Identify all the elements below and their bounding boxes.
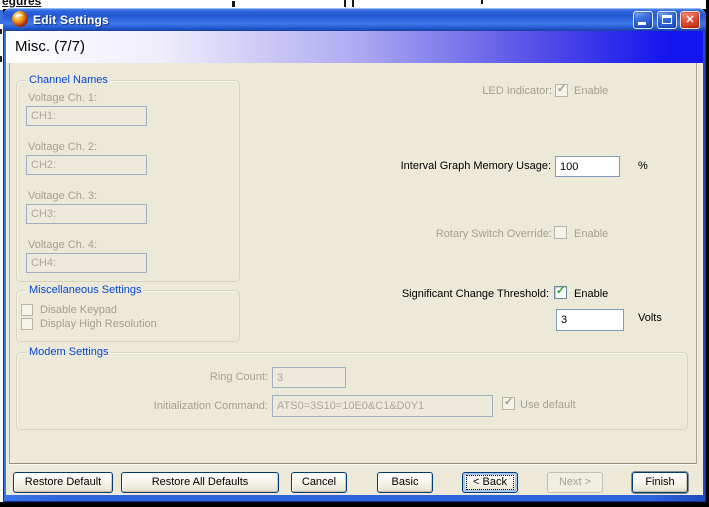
- led-indicator-label: LED Indicator:: [482, 85, 552, 97]
- background-artifact: [344, 0, 346, 7]
- voltage-ch4-input: [26, 253, 147, 273]
- significant-change-threshold-label: Significant Change Threshold:: [401, 288, 549, 300]
- wizard-page-header: Misc. (7/7): [6, 31, 703, 63]
- page-title: Misc. (7/7): [15, 38, 86, 55]
- back-button[interactable]: < Back: [462, 472, 518, 493]
- led-indicator-checkbox: ✓: [555, 83, 568, 97]
- rotary-switch-override-enable-label: Enable: [574, 228, 609, 240]
- screen-edge: [0, 502, 709, 507]
- maximize-button[interactable]: [657, 11, 677, 29]
- use-default-checkbox: ✓: [502, 396, 515, 410]
- voltage-ch2-label: Voltage Ch. 2:: [28, 141, 98, 153]
- voltage-ch4-label: Voltage Ch. 4:: [28, 239, 98, 251]
- significant-change-threshold-enable-label: Enable: [574, 288, 609, 300]
- window-title: Edit Settings: [33, 13, 109, 27]
- restore-default-button[interactable]: Restore Default: [13, 472, 113, 493]
- led-indicator-enable-label: Enable: [574, 85, 609, 97]
- channel-names-group-title: Channel Names: [26, 74, 111, 86]
- cancel-button[interactable]: Cancel: [291, 472, 347, 493]
- initialization-command-input: [272, 395, 493, 417]
- ring-count-label: Ring Count:: [209, 371, 268, 383]
- percent-unit-label: %: [638, 160, 648, 172]
- screen: egures Edit Settings ✕ Misc. (7/7) Chann…: [0, 0, 709, 507]
- volts-unit-label: Volts: [638, 312, 662, 324]
- check-icon: ✓: [504, 396, 514, 408]
- restore-all-defaults-button[interactable]: Restore All Defaults: [121, 472, 279, 493]
- minimize-icon: [638, 22, 646, 25]
- background-artifact: [481, 0, 483, 4]
- significant-change-threshold-checkbox[interactable]: ✓: [554, 285, 567, 299]
- voltage-ch1-label: Voltage Ch. 1:: [28, 92, 98, 104]
- modem-settings-group: [16, 352, 688, 430]
- rotary-switch-override-label: Rotary Switch Override:: [435, 228, 552, 240]
- background-artifact: [0, 29, 2, 34]
- disable-keypad-checkbox: [21, 304, 33, 316]
- ring-count-input: [272, 367, 346, 388]
- titlebar[interactable]: Edit Settings ✕: [3, 8, 706, 31]
- voltage-ch1-input: [26, 106, 147, 126]
- disable-keypad-label: Disable Keypad: [40, 304, 118, 316]
- rotary-switch-override-checkbox: [554, 226, 567, 239]
- threshold-volts-input[interactable]: [556, 309, 624, 331]
- voltage-ch3-label: Voltage Ch. 3:: [28, 190, 98, 202]
- app-icon: [12, 11, 28, 27]
- interval-graph-memory-usage-input[interactable]: [555, 156, 620, 177]
- background-artifact: [232, 1, 235, 7]
- close-button[interactable]: ✕: [680, 11, 700, 29]
- interval-graph-memory-usage-label: Interval Graph Memory Usage:: [400, 160, 551, 172]
- display-high-resolution-label: Display High Resolution: [40, 318, 157, 330]
- voltage-ch3-input: [26, 204, 147, 224]
- minimize-button[interactable]: [633, 11, 653, 29]
- misc-settings-group-title: Miscellaneous Settings: [26, 284, 145, 296]
- background-artifact: [0, 56, 2, 62]
- check-icon: ✓: [556, 285, 566, 297]
- check-icon: ✓: [557, 83, 567, 95]
- display-high-resolution-checkbox: [21, 318, 33, 330]
- next-button: Next >: [547, 472, 603, 493]
- maximize-icon: [662, 15, 672, 24]
- use-default-label: Use default: [520, 399, 576, 411]
- finish-button[interactable]: Finish: [632, 472, 688, 493]
- background-artifact: [352, 0, 354, 7]
- voltage-ch2-input: [26, 155, 147, 175]
- modem-settings-group-title: Modem Settings: [26, 346, 112, 358]
- close-icon: ✕: [685, 14, 695, 26]
- initialization-command-label: Initialization Command:: [153, 400, 268, 412]
- basic-button[interactable]: Basic: [377, 472, 433, 493]
- background-text-fragment: egures: [2, 0, 42, 8]
